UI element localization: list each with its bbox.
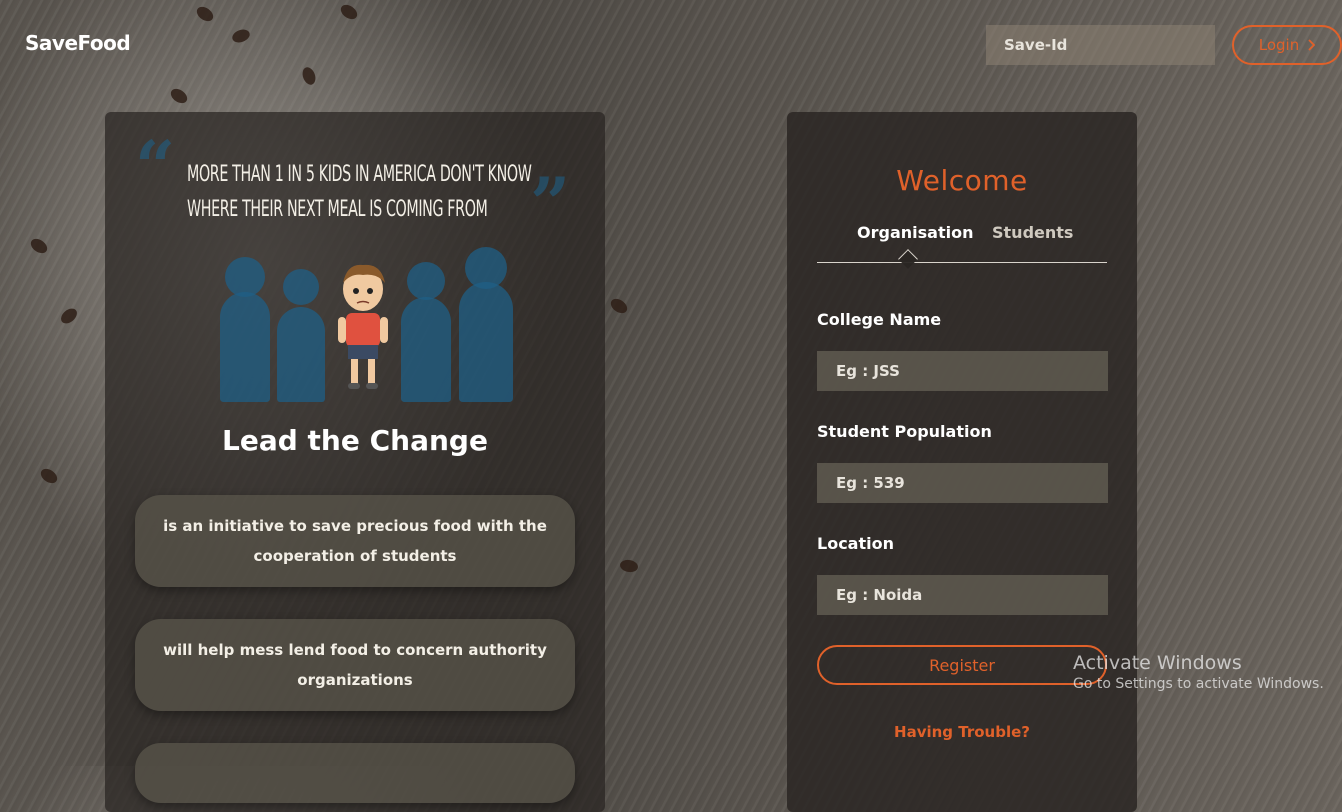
- info-card: will help mess lend food to concern auth…: [135, 619, 575, 711]
- login-label: Login: [1258, 36, 1300, 54]
- brand-logo[interactable]: SaveFood: [25, 31, 131, 55]
- watermark-title: Activate Windows: [1073, 652, 1242, 674]
- watermark-subtitle: Go to Settings to activate Windows.: [1073, 676, 1324, 692]
- college-name-input[interactable]: [817, 351, 1108, 391]
- poster-line-2: where their next meal is coming from: [187, 197, 488, 222]
- child-icon: [338, 264, 388, 389]
- student-population-label: Student Population: [817, 422, 992, 441]
- lead-title: Lead the Change: [222, 424, 488, 457]
- registration-panel: Welcome Organisation Students College Na…: [787, 112, 1137, 812]
- register-button[interactable]: Register: [817, 645, 1107, 685]
- info-card: is an initiative to save precious food w…: [135, 495, 575, 587]
- tab-divider: [817, 262, 1107, 263]
- info-card: [135, 743, 575, 803]
- tab-students[interactable]: Students: [992, 223, 1073, 242]
- activate-windows-watermark: Activate Windows Go to Settings to activ…: [1073, 652, 1324, 692]
- location-label: Location: [817, 534, 894, 553]
- open-quote-icon: “: [135, 125, 176, 208]
- coffee-bean: [58, 305, 80, 327]
- close-quote-icon: ”: [530, 162, 571, 245]
- tab-organisation[interactable]: Organisation: [857, 223, 973, 242]
- active-tab-indicator: [898, 249, 918, 269]
- coffee-bean: [38, 465, 60, 487]
- info-panel: “ ” More than 1 in 5 kids in America don…: [105, 112, 605, 812]
- location-input[interactable]: [817, 575, 1108, 615]
- coffee-bean: [194, 3, 216, 25]
- coffee-bean: [300, 65, 318, 87]
- save-id-input[interactable]: [986, 25, 1215, 65]
- coffee-bean: [28, 235, 50, 257]
- coffee-bean: [230, 27, 252, 45]
- welcome-heading: Welcome: [896, 164, 1028, 197]
- coffee-bean: [168, 85, 190, 107]
- having-trouble-link[interactable]: Having Trouble?: [787, 723, 1137, 741]
- kids-illustration: [215, 247, 515, 402]
- student-population-input[interactable]: [817, 463, 1108, 503]
- login-button[interactable]: Login: [1232, 25, 1342, 65]
- coffee-bean: [608, 295, 630, 317]
- poster-line-1: More than 1 in 5 kids in America don't k…: [187, 162, 532, 187]
- coffee-bean: [338, 1, 360, 23]
- coffee-bean: [619, 558, 639, 574]
- chevron-right-icon: [1308, 39, 1316, 51]
- hunger-poster: “ ” More than 1 in 5 kids in America don…: [135, 125, 575, 422]
- college-name-label: College Name: [817, 310, 942, 329]
